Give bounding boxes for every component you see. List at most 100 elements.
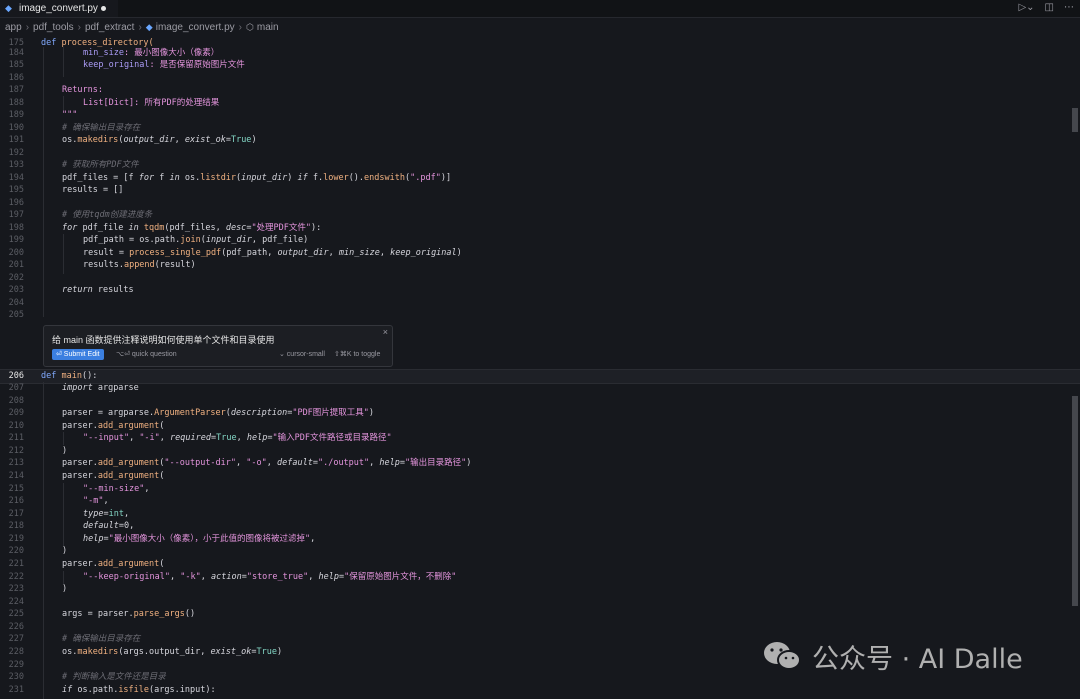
line-number: 222 xyxy=(8,572,24,582)
code-line: parser.add_argument( xyxy=(62,559,165,569)
code-comment: # 获取所有PDF文件 xyxy=(62,160,139,170)
code-line: results = [] xyxy=(62,185,124,195)
code-line: if os.path.isfile(args.input): xyxy=(62,685,216,695)
line-number: 191 xyxy=(8,135,24,145)
more-icon[interactable]: ⋯ xyxy=(1064,2,1074,13)
indent-guide xyxy=(63,432,64,445)
editor-tab[interactable]: ◆ image_convert.py xyxy=(0,0,118,17)
line-number: 229 xyxy=(8,660,24,670)
watermark: 公众号 · AI Dalle xyxy=(762,636,1023,676)
line-number: 211 xyxy=(8,433,24,443)
close-icon[interactable]: × xyxy=(383,327,388,337)
line-number: 199 xyxy=(8,235,24,245)
wechat-icon xyxy=(764,642,801,670)
current-line-highlight xyxy=(0,369,1080,384)
line-number: 212 xyxy=(8,446,24,456)
unsaved-dot-icon[interactable] xyxy=(101,6,106,11)
code-line: import argparse xyxy=(62,383,139,393)
breadcrumb-item[interactable]: app xyxy=(5,22,22,33)
line-number: 209 xyxy=(8,408,24,418)
line-number: 193 xyxy=(8,160,24,170)
line-number: 187 xyxy=(8,85,24,95)
line-number: 192 xyxy=(8,148,24,158)
breadcrumb-item[interactable]: pdf_tools xyxy=(33,22,74,33)
code-line: args = parser.parse_args() xyxy=(62,609,196,619)
line-number: 203 xyxy=(8,285,24,295)
indent-guide xyxy=(63,234,64,274)
code-line: pdf_files = [f for f in os.listdir(input… xyxy=(62,173,452,183)
code-line: default=0, xyxy=(83,521,135,531)
breadcrumb-item[interactable]: pdf_extract xyxy=(85,22,134,33)
line-number: 194 xyxy=(8,173,24,183)
indent-guide xyxy=(63,47,64,77)
code-line: keep_original: 是否保留原始图片文件 xyxy=(83,60,245,70)
code-line: "--keep-original", "-k", action="store_t… xyxy=(83,572,457,582)
line-number: 216 xyxy=(8,496,24,506)
indent-guide xyxy=(43,47,44,317)
cube-icon: ⬡ xyxy=(246,21,254,32)
tab-filename: image_convert.py xyxy=(19,3,98,14)
code-line: "-m", xyxy=(83,496,109,506)
line-number: 223 xyxy=(8,584,24,594)
code-line: parser = argparse.ArgumentParser(descrip… xyxy=(62,408,375,418)
code-line: ) xyxy=(62,546,68,556)
code-line: os.makedirs(output_dir, exist_ok=True) xyxy=(62,135,257,145)
code-line: ) xyxy=(62,446,68,456)
code-comment: # 使用tqdm创建进度条 xyxy=(62,210,153,220)
line-number: 185 xyxy=(8,60,24,70)
quick-question-button[interactable]: ⌥⏎ quick question xyxy=(116,350,177,358)
code-line: def main(): xyxy=(41,371,98,381)
scrollbar-marker xyxy=(1072,108,1078,132)
code-line: min_size: 最小图像大小（像素） xyxy=(83,48,220,58)
code-line: help="最小图像大小（像素），小于此值的图像将被过滤掉", xyxy=(83,534,316,544)
code-line: result = process_single_pdf(pdf_path, ou… xyxy=(83,248,462,258)
code-line: type=int, xyxy=(83,509,130,519)
line-number: 226 xyxy=(8,622,24,632)
tab-bar: ◆ image_convert.py ▷⌄ ◫ ⋯ xyxy=(0,0,1080,18)
chevron-right-icon: › xyxy=(138,21,142,33)
line-number: 184 xyxy=(8,48,24,58)
line-number: 189 xyxy=(8,110,24,120)
line-number: 231 xyxy=(8,685,24,695)
line-number: 218 xyxy=(8,521,24,531)
code-line: parser.add_argument( xyxy=(62,421,165,431)
line-number: 204 xyxy=(8,298,24,308)
line-number: 219 xyxy=(8,534,24,544)
toggle-hint: ⇧⌘K to toggle xyxy=(334,351,381,358)
code-line: parser.add_argument( xyxy=(62,471,165,481)
scrollbar[interactable] xyxy=(1070,36,1080,699)
line-number: 198 xyxy=(8,223,24,233)
inline-edit-input[interactable]: 给 main 函数提供注释说明如何使用单个文件和目录使用 xyxy=(52,333,275,346)
code-line: ) xyxy=(62,584,68,594)
code-line: for pdf_file in tqdm(pdf_files, desc="处理… xyxy=(62,223,322,233)
code-line: List[Dict]: 所有PDF的处理结果 xyxy=(83,98,220,108)
code-comment: # 确保输出目录存在 xyxy=(62,123,141,133)
line-number: 213 xyxy=(8,458,24,468)
inline-edit-popup: 给 main 函数提供注释说明如何使用单个文件和目录使用 × ⏎ Submit … xyxy=(43,325,393,367)
line-number: 207 xyxy=(8,383,24,393)
model-select[interactable]: ⌄ cursor-small xyxy=(279,350,325,358)
line-number-active: 206 xyxy=(8,371,24,381)
code-line: pdf_path = os.path.join(input_dir, pdf_f… xyxy=(83,235,309,245)
code-line: results.append(result) xyxy=(83,260,196,270)
scrollbar-thumb[interactable] xyxy=(1072,396,1078,606)
line-number: 228 xyxy=(8,647,24,657)
breadcrumb: app › pdf_tools › pdf_extract › ◆ image_conv… xyxy=(0,19,279,35)
line-number: 205 xyxy=(8,310,24,320)
code-comment: # 判断输入是文件还是目录 xyxy=(62,672,166,682)
breadcrumb-item[interactable]: image_convert.py xyxy=(156,22,235,33)
breadcrumb-item[interactable]: main xyxy=(257,22,279,33)
code-line: return results xyxy=(62,285,134,295)
code-line: """ xyxy=(62,110,78,120)
line-number: 190 xyxy=(8,123,24,133)
run-icon[interactable]: ▷⌄ xyxy=(1018,2,1034,13)
chevron-right-icon: › xyxy=(25,21,30,33)
line-number: 221 xyxy=(8,559,24,569)
split-editor-icon[interactable]: ◫ xyxy=(1045,2,1054,13)
submit-edit-button[interactable]: ⏎ Submit Edit xyxy=(52,349,104,360)
line-number: 186 xyxy=(8,73,24,83)
indent-guide xyxy=(43,382,44,699)
line-number: 215 xyxy=(8,484,24,494)
line-number: 214 xyxy=(8,471,24,481)
indent-guide xyxy=(63,483,64,547)
